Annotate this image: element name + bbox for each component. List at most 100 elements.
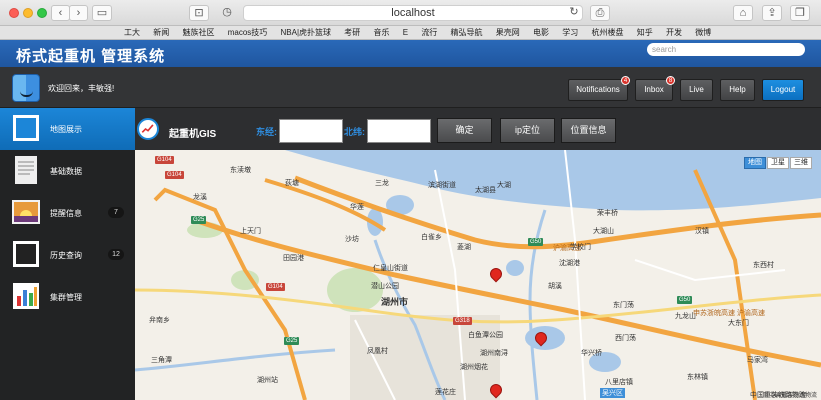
north-label: 北纬: (344, 127, 365, 137)
map-label: 大东门 (728, 320, 749, 327)
map-label: 湖州站 (257, 377, 278, 384)
bookmark-item[interactable]: NBA|虎扑篮球 (281, 28, 332, 37)
map-label: 湖州南浔 (480, 350, 508, 357)
bookmark-item[interactable]: 考研 (344, 28, 360, 37)
notifications-badge: 4 (621, 76, 630, 85)
sidebar-item-cluster[interactable]: 集群管理 (0, 276, 135, 318)
map-type-3d[interactable]: 三维 (790, 157, 812, 169)
latitude-input[interactable] (367, 119, 431, 143)
live-button[interactable]: Live (680, 79, 713, 101)
browser-toolbar: ‹ › ▭ ⊡ ◷ localhost ↻ ⎙ ⌂ ⇪ ❐ (0, 0, 821, 26)
map-label: 莲花庄 (435, 389, 456, 396)
sidebar-item-alerts[interactable]: 提醒信息 7 (0, 192, 135, 234)
bookmark-item[interactable]: 微博 (695, 28, 711, 37)
address-bar[interactable]: localhost (243, 5, 583, 21)
map-label: 九龙山 (675, 313, 696, 320)
map-label: 潜山公园 (371, 283, 399, 290)
road-shield: G25 (191, 216, 207, 224)
gis-toolbar: 起重机GIS 东经: 北纬: 确定 ip定位 位置信息 (135, 108, 821, 150)
close-window-button[interactable] (9, 8, 19, 18)
zoom-window-button[interactable] (37, 8, 47, 18)
minimize-window-button[interactable] (23, 8, 33, 18)
bookmark-item[interactable]: 精弘导航 (451, 28, 483, 37)
bookmark-item[interactable]: 杭州楼盘 (591, 28, 623, 37)
bookmark-item[interactable]: 电影 (533, 28, 549, 37)
map-label: 滨湖街道 (428, 182, 456, 189)
map-label-highway: 申苏浙皖高速 沪渝高速 (693, 310, 765, 317)
bookmark-item[interactable]: 学习 (562, 28, 578, 37)
confirm-button[interactable]: 确定 (437, 118, 492, 143)
map-label: 湖州烟花 (460, 364, 488, 371)
map-label: 东西村 (753, 262, 774, 269)
map-label: 白鱼潭公园 (468, 332, 503, 339)
longitude-input[interactable] (279, 119, 343, 143)
bookmark-item[interactable]: macos技巧 (228, 28, 268, 37)
reload-icon[interactable]: ↻ (567, 5, 581, 21)
search-input[interactable]: search (647, 43, 805, 56)
position-info-button[interactable]: 位置信息 (561, 118, 616, 143)
map-label: 胡溪 (548, 283, 562, 290)
inbox-button[interactable]: Inbox 8 (635, 76, 675, 101)
map-label: 沈湖港 (559, 260, 580, 267)
map-label: 东渎墩 (230, 167, 251, 174)
share-icon[interactable]: ⇪ (762, 5, 782, 21)
document-icon (15, 156, 37, 184)
home-icon[interactable]: ⌂ (733, 5, 753, 21)
bookmark-item[interactable]: 魅族社区 (182, 28, 214, 37)
sidebar-item-map[interactable]: 地图展示 (0, 108, 135, 150)
bookmark-item[interactable]: 开发 (666, 28, 682, 37)
bookmark-item[interactable]: E (403, 28, 408, 37)
map-label: 田园港 (283, 255, 304, 262)
map-label: 汉镇 (695, 228, 709, 235)
sidebar-item-basic-data[interactable]: 基础数据 (0, 150, 135, 192)
map-label: 三角潭 (151, 357, 172, 364)
print-icon[interactable]: ⎙ (590, 5, 610, 21)
east-label: 东经: (256, 127, 277, 137)
sidebar-toggle-icon[interactable]: ▭ (92, 5, 112, 21)
map-type-map[interactable]: 地图 (744, 157, 766, 169)
map-label-city: 湖州市 (381, 297, 409, 307)
back-button[interactable]: ‹ (51, 5, 70, 21)
bookmarks-bar: 工大 新闻 魅族社区 macos技巧 NBA|虎扑篮球 考研 音乐 E 流行 精… (0, 26, 821, 40)
road-shield: G318 (453, 317, 472, 325)
map-label: 太湖县 (475, 187, 496, 194)
map-label: 华莲 (350, 204, 364, 211)
map-label: 上天门 (240, 228, 261, 235)
bookmark-item[interactable]: 音乐 (374, 28, 390, 37)
road-shield: G104 (165, 171, 184, 179)
inbox-label: Inbox (644, 85, 664, 94)
alerts-count-badge: 7 (108, 207, 124, 218)
forward-button[interactable]: › (69, 5, 88, 21)
bookmark-item[interactable]: 知乎 (637, 28, 653, 37)
road-shield: G50 (528, 238, 544, 246)
sidebar-item-label: 地图展示 (50, 125, 82, 134)
map-view[interactable]: 地图 卫星 三维 G104 G104 G25 G50 G318 G104 G25… (135, 150, 821, 400)
road-shield: G50 (677, 296, 693, 304)
history-icon[interactable]: ◷ (216, 5, 238, 21)
map-label: 龙溪 (193, 194, 207, 201)
help-button[interactable]: Help (720, 79, 755, 101)
ip-locate-button[interactable]: ip定位 (500, 118, 555, 143)
monitor-icon (13, 241, 39, 267)
map-type-satellite[interactable]: 卫星 (767, 157, 789, 169)
bookmark-item[interactable]: 新闻 (153, 28, 169, 37)
map-label: 马家湾 (747, 357, 768, 364)
bookmark-item[interactable]: 工大 (124, 28, 140, 37)
bookmark-item[interactable]: 流行 (421, 28, 437, 37)
map-label: 八里店镇 (605, 379, 633, 386)
notifications-label: Notifications (576, 85, 620, 94)
bookmark-item[interactable]: 果壳网 (496, 28, 520, 37)
reader-icon[interactable]: ⊡ (189, 5, 209, 21)
notifications-button[interactable]: Notifications 4 (568, 76, 630, 101)
map-label: 大湖山 (593, 228, 614, 235)
road-shield: G104 (266, 283, 285, 291)
app-title: 桥式起重机 管理系统 (16, 48, 166, 65)
road-shield: G25 (284, 337, 300, 345)
map-label: 东林镇 (687, 374, 708, 381)
map-label: 三龙 (375, 180, 389, 187)
tabs-icon[interactable]: ❐ (790, 5, 810, 21)
map-label: 东门荡 (613, 302, 634, 309)
sidebar-item-history[interactable]: 历史查询 12 (0, 234, 135, 276)
road-shield: G104 (155, 156, 174, 164)
logout-button[interactable]: Logout (762, 79, 804, 101)
